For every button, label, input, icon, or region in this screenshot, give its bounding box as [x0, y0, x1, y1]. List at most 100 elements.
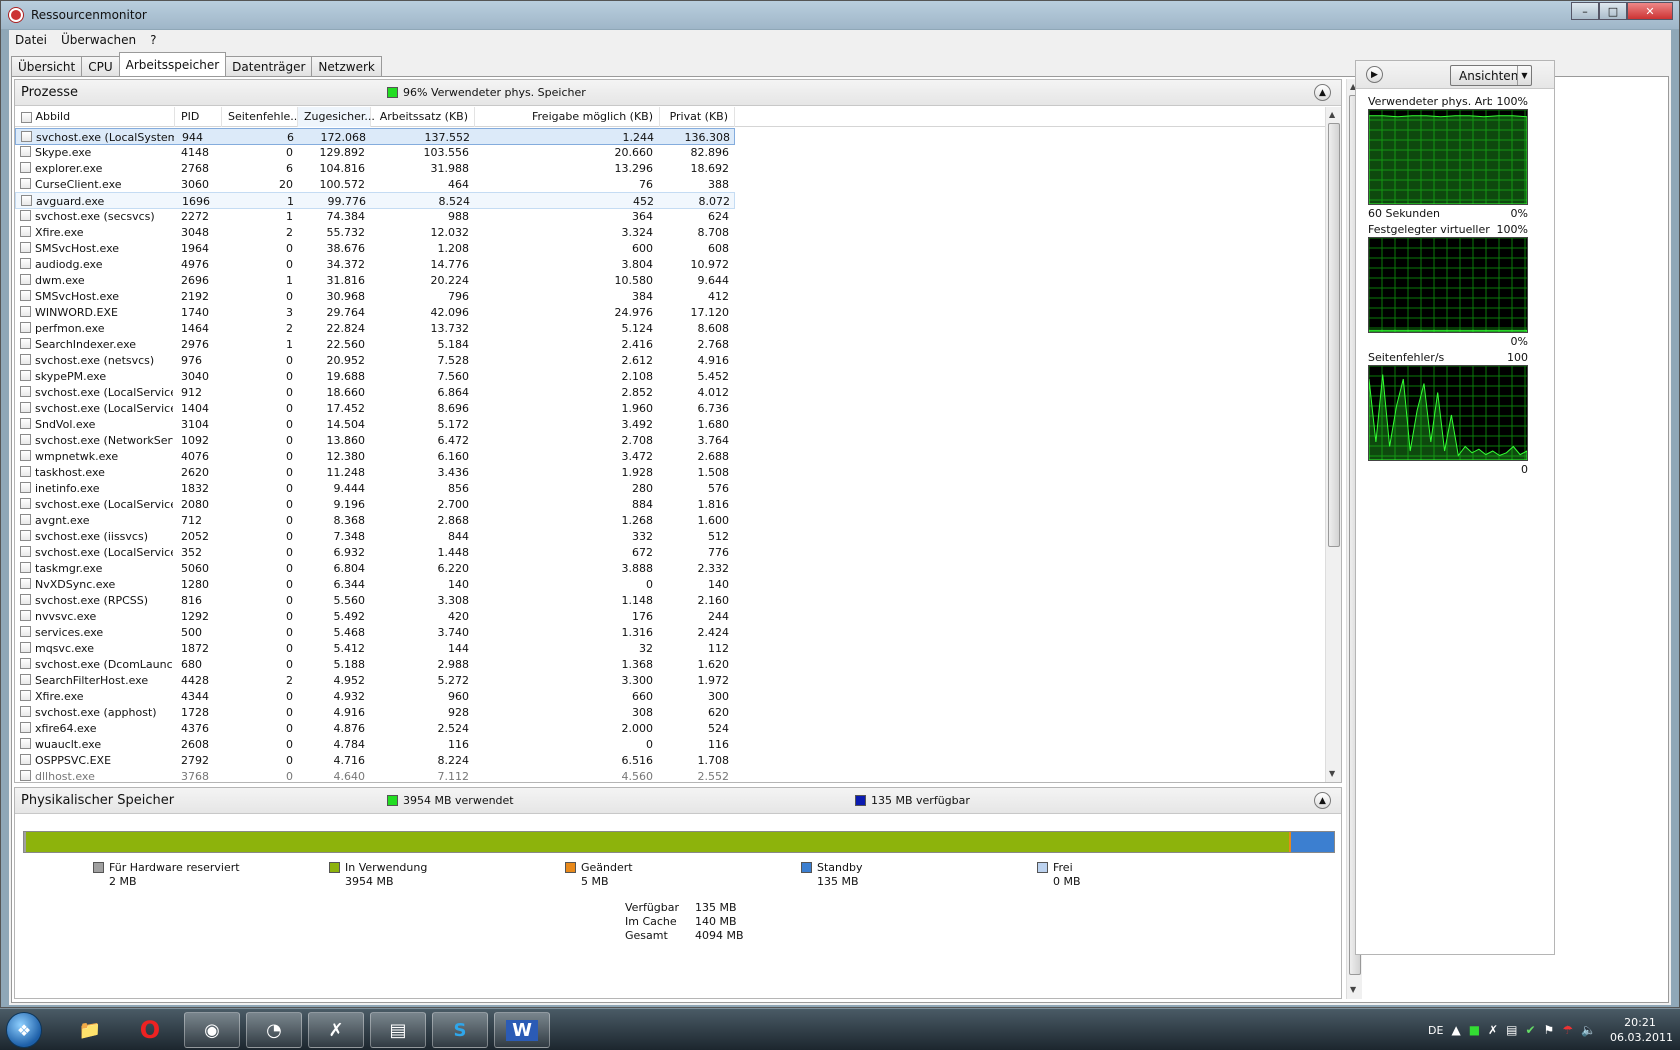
volume-icon[interactable]: 🔈	[1581, 1023, 1596, 1037]
select-all-checkbox[interactable]	[21, 111, 32, 123]
close-button[interactable]: ✕	[1627, 2, 1673, 20]
process-row[interactable]: WINWORD.EXE 1740 3 29.764 42.096 24.976 17.120	[15, 304, 735, 321]
processes-header[interactable]: Prozesse 96% Verwendeter phys. Speicher …	[15, 80, 1341, 106]
row-checkbox[interactable]	[20, 498, 31, 509]
process-row[interactable]: svchost.exe (NetworkServi... 1092 0 13.860 6…	[15, 432, 735, 449]
row-checkbox[interactable]	[20, 162, 31, 173]
row-checkbox[interactable]	[20, 418, 31, 429]
process-row[interactable]: perfmon.exe 1464 2 22.824 13.732 5.124 8.608	[15, 320, 735, 337]
process-row[interactable]: mqsvc.exe 1872 0 5.412 144 32 112	[15, 640, 735, 657]
process-row[interactable]: SMSvcHost.exe 2192 0 30.968 796 384 412	[15, 288, 735, 305]
tab-arbeitsspeicher[interactable]: Arbeitsspeicher	[118, 52, 227, 76]
row-checkbox[interactable]	[20, 626, 31, 637]
row-checkbox[interactable]	[20, 722, 31, 733]
collapse-icon[interactable]: ▲	[1314, 792, 1331, 809]
menu-datei[interactable]: Datei	[15, 33, 47, 47]
maximize-button[interactable]: □	[1599, 2, 1627, 20]
process-row[interactable]: svchost.exe (LocalService) 352 0 6.932 1.448…	[15, 544, 735, 561]
scroll-down-icon[interactable]: ▼	[1329, 769, 1335, 778]
network-icon[interactable]: ▤	[1506, 1023, 1517, 1037]
tab-datentraeger[interactable]: Datenträger	[225, 56, 313, 76]
row-checkbox[interactable]	[20, 386, 31, 397]
col-arbeitssatz[interactable]: Arbeitssatz (KB)	[371, 107, 475, 127]
sndvol-taskbar-button[interactable]: ◉	[184, 1012, 240, 1048]
row-checkbox[interactable]	[20, 482, 31, 493]
process-row[interactable]: taskmgr.exe 5060 0 6.804 6.220 3.888 2.332	[15, 560, 735, 577]
process-row[interactable]: NvXDSync.exe 1280 0 6.344 140 0 140	[15, 576, 735, 593]
perfmon-taskbar-button[interactable]: ◔	[246, 1012, 302, 1048]
tab-netzwerk[interactable]: Netzwerk	[311, 56, 382, 76]
process-row[interactable]: explorer.exe 2768 6 104.816 31.988 13.296 18.6…	[15, 160, 735, 177]
row-checkbox[interactable]	[20, 146, 31, 157]
process-row[interactable]: svchost.exe (secsvcs) 2272 1 74.384 988 364 62…	[15, 208, 735, 225]
views-button[interactable]: Ansichten ▼	[1450, 65, 1532, 86]
minimize-button[interactable]: –	[1571, 2, 1599, 20]
scroll-down-icon[interactable]: ▼	[1350, 985, 1356, 994]
language-indicator[interactable]: DE	[1428, 1024, 1443, 1037]
chevron-down-icon[interactable]: ▼	[1517, 66, 1531, 85]
col-zugesichert[interactable]: Zugesicher...	[298, 107, 375, 127]
process-row[interactable]: avguard.exe 1696 1 99.776 8.524 452 8.072	[15, 192, 735, 209]
row-checkbox[interactable]	[20, 642, 31, 653]
collapse-icon[interactable]: ▲	[1314, 84, 1331, 101]
row-checkbox[interactable]	[21, 131, 32, 142]
row-checkbox[interactable]	[20, 674, 31, 685]
process-row[interactable]: CurseClient.exe 3060 20 100.572 464 76 388	[15, 176, 735, 193]
taskmgr-taskbar-button[interactable]: ▤	[370, 1012, 426, 1048]
physical-memory-header[interactable]: Physikalischer Speicher 3954 MB verwende…	[15, 788, 1341, 814]
process-row[interactable]: svchost.exe (iissvcs) 2052 0 7.348 844 332 512	[15, 528, 735, 545]
row-checkbox[interactable]	[20, 322, 31, 333]
row-checkbox[interactable]	[20, 258, 31, 269]
col-pid[interactable]: PID	[175, 107, 222, 127]
process-row[interactable]: svchost.exe (DcomLaunch) 680 0 5.188 2.988 1.…	[15, 656, 735, 673]
process-row[interactable]: audiodg.exe 4976 0 34.372 14.776 3.804 10.972	[15, 256, 735, 273]
row-checkbox[interactable]	[20, 354, 31, 365]
row-checkbox[interactable]	[20, 434, 31, 445]
process-row[interactable]: svchost.exe (netsvcs) 976 0 20.952 7.528 2.61…	[15, 352, 735, 369]
row-checkbox[interactable]	[21, 195, 32, 206]
row-checkbox[interactable]	[20, 690, 31, 701]
title-bar[interactable]: Ressourcenmonitor – □ ✕	[1, 1, 1679, 29]
row-checkbox[interactable]	[20, 658, 31, 669]
process-row[interactable]: Xfire.exe 3048 2 55.732 12.032 3.324 8.708	[15, 224, 735, 241]
row-checkbox[interactable]	[20, 610, 31, 621]
row-checkbox[interactable]	[20, 594, 31, 605]
process-row[interactable]: dllhost.exe 3768 0 4.640 7.112 4.560 2.552	[15, 768, 735, 785]
row-checkbox[interactable]	[20, 242, 31, 253]
process-row[interactable]: taskhost.exe 2620 0 11.248 3.436 1.928 1.508	[15, 464, 735, 481]
xfire-tray-icon[interactable]: ✗	[1488, 1023, 1498, 1037]
nvidia-icon[interactable]: ■	[1469, 1023, 1480, 1037]
row-checkbox[interactable]	[20, 754, 31, 765]
process-row[interactable]: wmpnetwk.exe 4076 0 12.380 6.160 3.472 2.688	[15, 448, 735, 465]
xfire-taskbar-button[interactable]: ✗	[308, 1012, 364, 1048]
row-checkbox[interactable]	[20, 738, 31, 749]
process-row[interactable]: SearchFilterHost.exe 4428 2 4.952 5.272 3.300…	[15, 672, 735, 689]
row-checkbox[interactable]	[20, 226, 31, 237]
process-row[interactable]: inetinfo.exe 1832 0 9.444 856 280 576	[15, 480, 735, 497]
action-center-flag-icon[interactable]: ⚑	[1544, 1023, 1555, 1037]
row-checkbox[interactable]	[20, 306, 31, 317]
process-row[interactable]: OSPPSVC.EXE 2792 0 4.716 8.224 6.516 1.708	[15, 752, 735, 769]
explorer-taskbar-button[interactable]: 📁	[62, 1012, 118, 1048]
row-checkbox[interactable]	[20, 578, 31, 589]
row-checkbox[interactable]	[20, 210, 31, 221]
row-checkbox[interactable]	[20, 546, 31, 557]
process-row[interactable]: svchost.exe (LocalServiceN... 1404 0 17.452…	[15, 400, 735, 417]
process-row[interactable]: svchost.exe (LocalSystemN... 944 6 172.068 1…	[15, 128, 735, 145]
process-row[interactable]: svchost.exe (LocalServiceA... 2080 0 9.196 2…	[15, 496, 735, 513]
skype-tray-icon[interactable]: ✔	[1525, 1023, 1535, 1037]
row-checkbox[interactable]	[20, 178, 31, 189]
row-checkbox[interactable]	[20, 370, 31, 381]
scroll-up-icon[interactable]: ▲	[1329, 110, 1335, 119]
col-freigabe[interactable]: Freigabe möglich (KB)	[475, 107, 660, 127]
row-checkbox[interactable]	[20, 290, 31, 301]
menu-help[interactable]: ?	[150, 33, 156, 47]
antivirus-icon[interactable]: ☂	[1562, 1023, 1573, 1037]
chevron-right-icon[interactable]: ▶	[1366, 66, 1383, 83]
process-row[interactable]: svchost.exe (RPCSS) 816 0 5.560 3.308 1.148 2.…	[15, 592, 735, 609]
menu-ueberwachen[interactable]: Überwachen	[61, 33, 136, 47]
process-row[interactable]: SndVol.exe 3104 0 14.504 5.172 3.492 1.680	[15, 416, 735, 433]
tab-cpu[interactable]: CPU	[81, 56, 120, 76]
word-taskbar-button[interactable]: W	[494, 1012, 550, 1048]
row-checkbox[interactable]	[20, 706, 31, 717]
